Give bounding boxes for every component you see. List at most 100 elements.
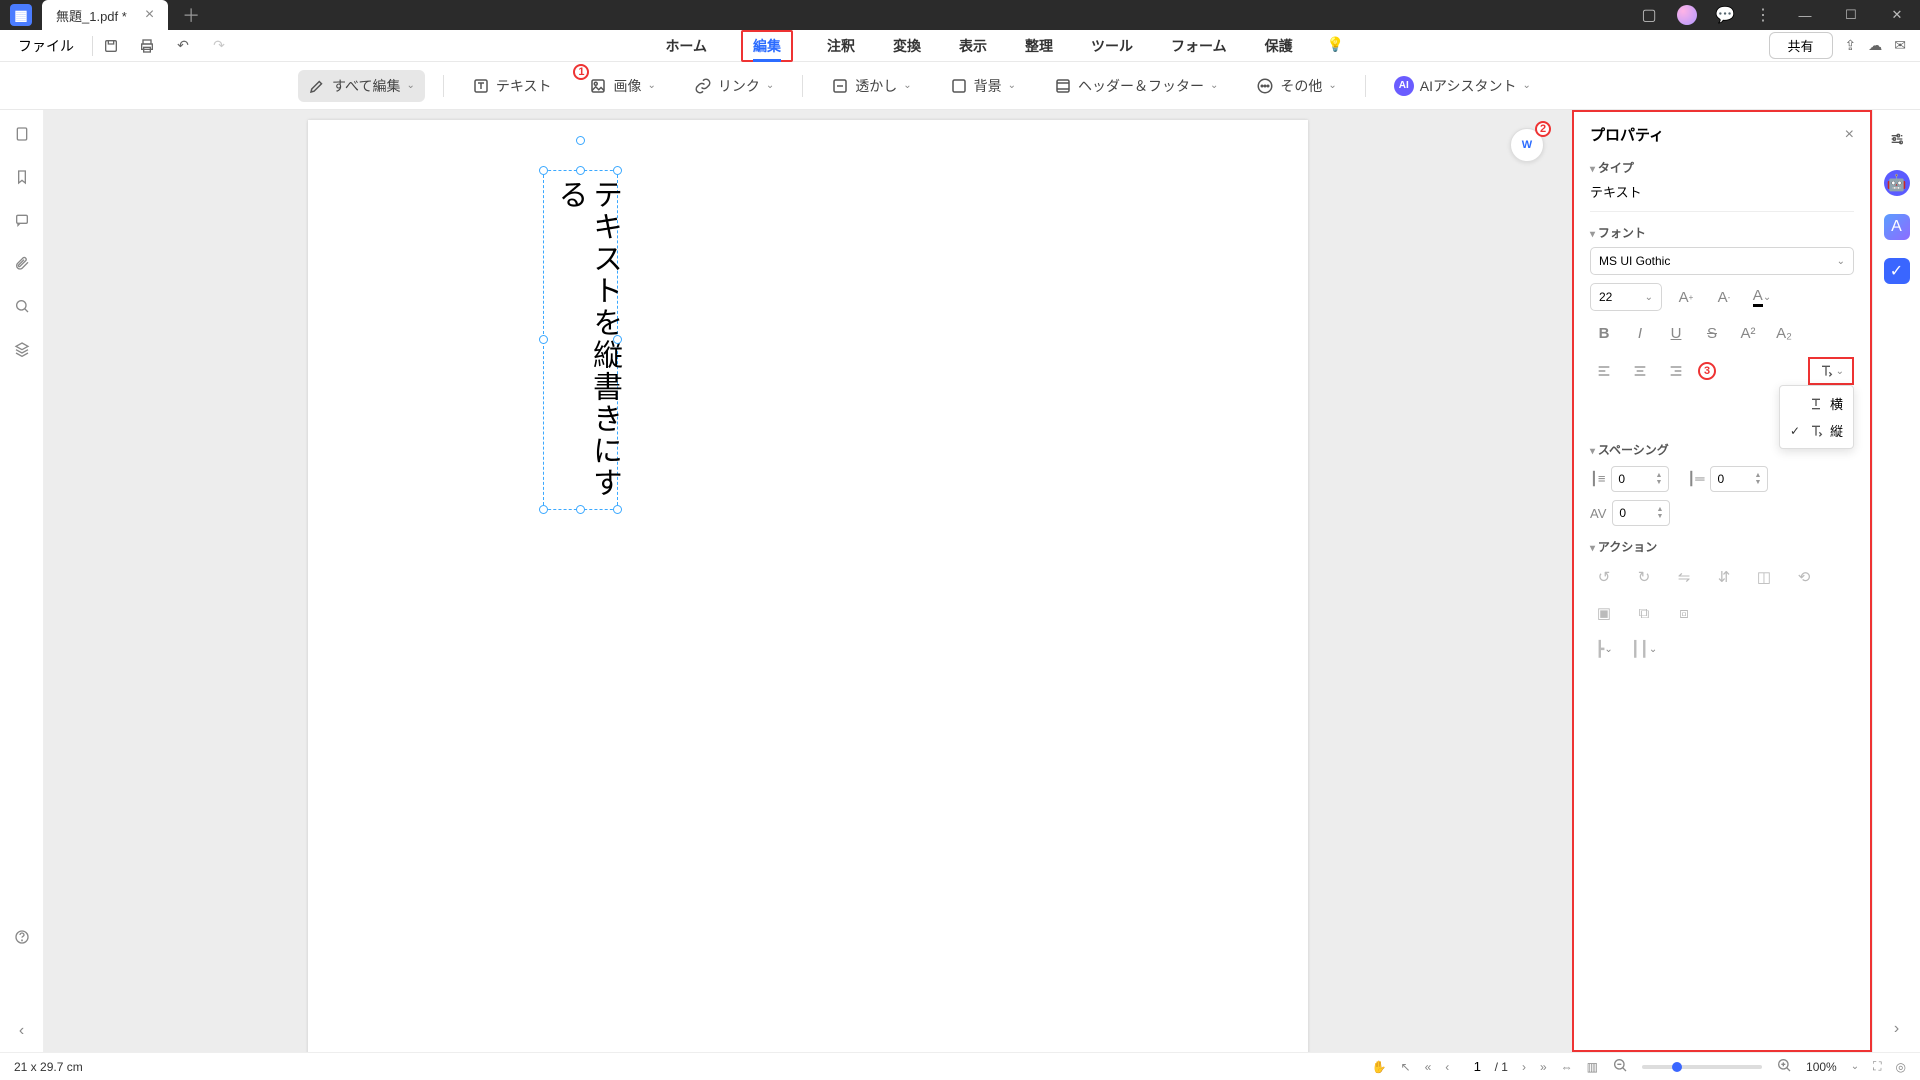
close-window-button[interactable]: ✕ (1874, 0, 1920, 30)
zoom-out-icon[interactable] (1612, 1057, 1628, 1076)
font-family-select[interactable]: MS UI Gothic⌄ (1590, 247, 1854, 275)
undo-icon[interactable]: ↶ (165, 37, 201, 54)
header-footer-button[interactable]: ヘッダー＆フッター⌄ (1044, 70, 1228, 102)
ai-bot-icon[interactable]: 🤖 (1884, 170, 1910, 196)
device-icon[interactable]: ▢ (1630, 0, 1668, 30)
layers-icon[interactable] (14, 341, 30, 362)
zoom-in-icon[interactable] (1776, 1057, 1792, 1076)
read-mode-icon[interactable]: ◎ (1896, 1060, 1906, 1074)
para-spacing-input[interactable]: 0▲▼ (1710, 466, 1768, 492)
document-tab[interactable]: 無題_1.pdf * × (42, 0, 168, 30)
tab-annotate[interactable]: 注釈 (823, 30, 859, 62)
superscript-icon[interactable]: A² (1734, 319, 1762, 347)
check-icon[interactable]: ✓ (1884, 258, 1910, 284)
group-icon[interactable]: ⧉ (1630, 599, 1658, 627)
tab-tools[interactable]: ツール (1087, 30, 1137, 62)
extract-icon[interactable]: ▣ (1590, 599, 1618, 627)
background-button[interactable]: 背景⌄ (940, 70, 1026, 102)
ungroup-icon[interactable]: ⧈ (1670, 599, 1698, 627)
comments-icon[interactable] (14, 212, 30, 233)
direction-vertical-item[interactable]: ✓ 縦 (1780, 417, 1853, 444)
font-grow-icon[interactable]: A+ (1672, 283, 1700, 311)
page-indicator[interactable]: / 1 (1463, 1059, 1508, 1074)
help-icon[interactable] (14, 929, 30, 950)
tab-convert[interactable]: 変換 (889, 30, 925, 62)
italic-icon[interactable]: I (1626, 319, 1654, 347)
distribute-icon[interactable]: ┃┃ ⌄ (1630, 635, 1658, 663)
zoom-slider[interactable] (1642, 1065, 1762, 1069)
cloud-icon[interactable]: ☁ (1868, 37, 1882, 54)
edit-all-button[interactable]: すべて編集⌄ (298, 70, 425, 102)
watermark-button[interactable]: 透かし⌄ (821, 70, 921, 102)
resize-handle-tm[interactable] (576, 166, 585, 175)
flip-horizontal-icon[interactable]: ⇋ (1670, 563, 1698, 591)
next-page-icon[interactable]: › (1522, 1060, 1526, 1074)
fit-width-icon[interactable]: ⇔ (1561, 1060, 1573, 1074)
hand-tool-icon[interactable]: ✋ (1372, 1060, 1387, 1074)
page-layout-icon[interactable]: ▥ (1587, 1060, 1598, 1074)
redo-icon[interactable]: ↷ (201, 37, 237, 54)
resize-handle-tr[interactable] (613, 166, 622, 175)
flip-vertical-icon[interactable]: ⇵ (1710, 563, 1738, 591)
resize-handle-bl[interactable] (539, 505, 548, 514)
tab-view[interactable]: 表示 (955, 30, 991, 62)
minimize-button[interactable]: — (1782, 0, 1828, 30)
replace-icon[interactable]: ⟲ (1790, 563, 1818, 591)
crop-icon[interactable]: ◫ (1750, 563, 1778, 591)
selected-text-box[interactable]: テキストを縦書きにする (543, 170, 618, 510)
first-page-icon[interactable]: « (1425, 1060, 1432, 1074)
subscript-icon[interactable]: A₂ (1770, 319, 1798, 347)
align-left-icon[interactable] (1590, 357, 1618, 385)
rotate-cw-icon[interactable]: ↻ (1630, 563, 1658, 591)
select-tool-icon[interactable]: ↖ (1401, 1060, 1411, 1074)
chat-icon[interactable]: 💬 (1706, 0, 1744, 30)
tab-edit[interactable]: 編集 (741, 30, 793, 62)
tab-home[interactable]: ホーム (661, 30, 711, 62)
properties-toggle-icon[interactable] (1884, 126, 1910, 152)
file-menu[interactable]: ファイル (0, 36, 92, 56)
tab-bulb[interactable]: 💡 (1327, 30, 1344, 62)
resize-handle-br[interactable] (613, 505, 622, 514)
strikethrough-icon[interactable]: S (1698, 319, 1726, 347)
bold-icon[interactable]: B (1590, 319, 1618, 347)
tab-organize[interactable]: 整理 (1021, 30, 1057, 62)
font-color-icon[interactable]: A ⌄ (1748, 283, 1776, 311)
tab-protect[interactable]: 保護 (1261, 30, 1297, 62)
char-spacing-input[interactable]: 0▲▼ (1612, 500, 1670, 526)
share-button[interactable]: 共有 (1769, 32, 1833, 59)
line-spacing-input[interactable]: 0▲▼ (1611, 466, 1669, 492)
fullscreen-icon[interactable]: ⛶ (1873, 1059, 1881, 1074)
align-center-icon[interactable] (1626, 357, 1654, 385)
more-icon[interactable]: ⋮ (1744, 0, 1782, 30)
collapse-sidebar-icon[interactable]: ‹ (19, 1022, 24, 1040)
resize-handle-mr[interactable] (613, 335, 622, 344)
bookmarks-icon[interactable] (14, 169, 30, 190)
maximize-button[interactable]: ☐ (1828, 0, 1874, 30)
print-icon[interactable] (129, 38, 165, 54)
image-tool-button[interactable]: 画像⌄ 1 (579, 70, 665, 102)
avatar[interactable] (1668, 0, 1706, 30)
text-tool-button[interactable]: テキスト (462, 70, 562, 102)
last-page-icon[interactable]: » (1540, 1060, 1547, 1074)
tab-form[interactable]: フォーム (1167, 30, 1231, 62)
prev-page-icon[interactable]: ‹ (1445, 1060, 1449, 1074)
resize-handle-ml[interactable] (539, 335, 548, 344)
font-shrink-icon[interactable]: A- (1710, 283, 1738, 311)
rotate-ccw-icon[interactable]: ↺ (1590, 563, 1618, 591)
align-objects-icon[interactable]: ┣ ⌄ (1590, 635, 1618, 663)
share-icon[interactable]: ⇪ (1845, 37, 1857, 54)
rotate-handle[interactable] (576, 136, 585, 145)
close-tab-icon[interactable]: × (145, 6, 154, 24)
page-number-input[interactable] (1463, 1059, 1491, 1074)
align-right-icon[interactable] (1662, 357, 1690, 385)
canvas[interactable]: テキストを縦書きにする W 2 (44, 110, 1572, 1052)
save-icon[interactable] (93, 38, 129, 54)
attachments-icon[interactable] (14, 255, 30, 276)
page[interactable]: テキストを縦書きにする (308, 120, 1308, 1052)
floating-word-badge[interactable]: W 2 (1510, 128, 1544, 162)
ai-assistant-button[interactable]: AI AIアシスタント⌄ (1384, 70, 1541, 102)
send-icon[interactable]: ✉ (1894, 37, 1906, 54)
direction-horizontal-item[interactable]: 横 (1780, 390, 1853, 417)
zoom-value[interactable]: 100% (1806, 1060, 1837, 1074)
other-button[interactable]: その他⌄ (1246, 70, 1346, 102)
